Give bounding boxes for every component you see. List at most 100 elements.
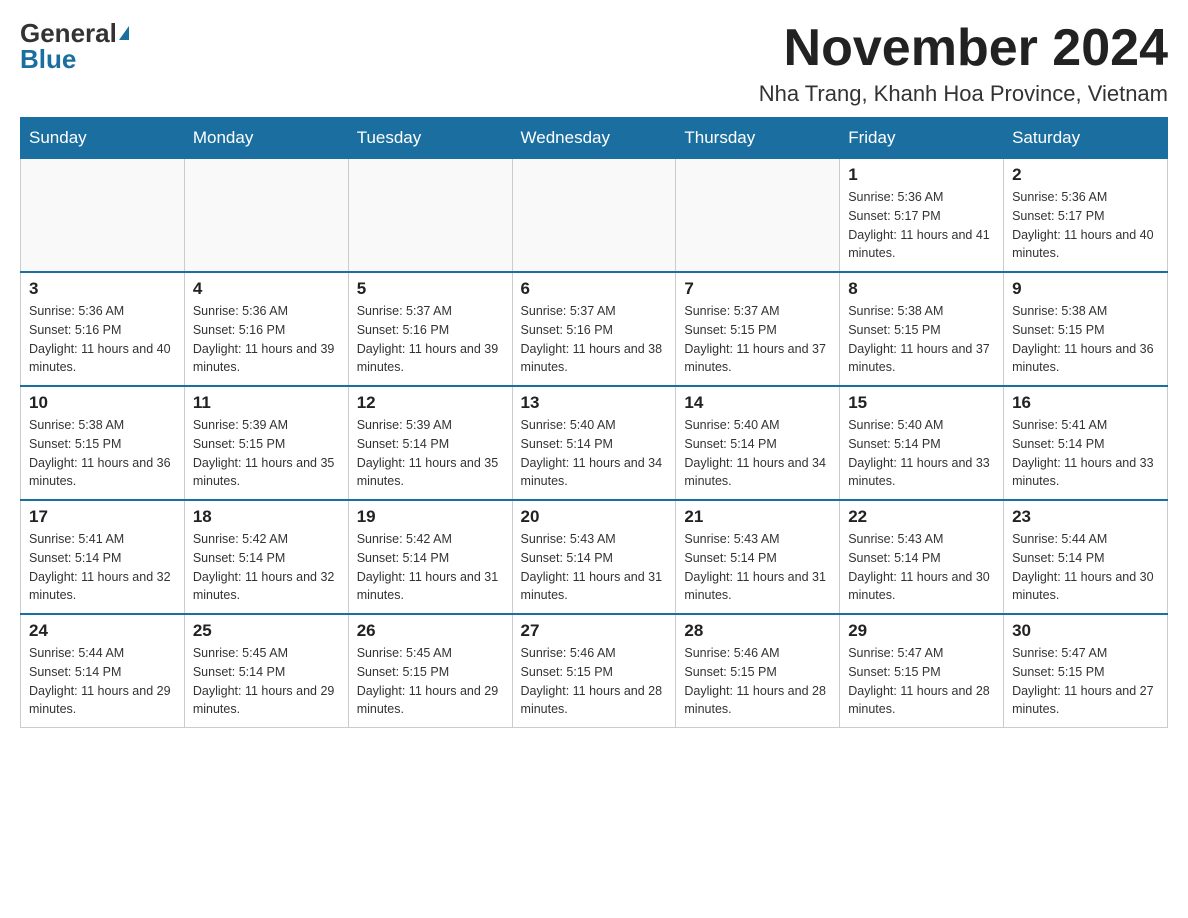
calendar-cell-2-6: 16 Sunrise: 5:41 AMSunset: 5:14 PMDayligh… [1004, 386, 1168, 500]
calendar-cell-3-1: 18Sunrise: 5:42 AMSunset: 5:14 PMDayligh… [184, 500, 348, 614]
calendar-cell-2-5: 15Sunrise: 5:40 AMSunset: 5:14 PMDayligh… [840, 386, 1004, 500]
logo: General Blue [20, 20, 129, 72]
calendar-cell-1-0: 3 Sunrise: 5:36 AMSunset: 5:16 PMDaylight… [21, 272, 185, 386]
day-detail: Sunrise: 5:37 AMSunset: 5:15 PMDaylight:… [684, 302, 831, 377]
day-detail: Sunrise: 5:37 AMSunset: 5:16 PMDaylight:… [357, 302, 504, 377]
day-number: 1 [848, 165, 995, 185]
day-detail: Sunrise: 5:41 AMSunset: 5:14 PMDaylight:… [1012, 416, 1159, 491]
day-number: 8 [848, 279, 995, 299]
day-number: 25 [193, 621, 340, 641]
calendar-cell-4-1: 25 Sunrise: 5:45 AMSunset: 5:14 PMDayligh… [184, 614, 348, 728]
day-number: 12 [357, 393, 504, 413]
day-detail: Sunrise: 5:42 AMSunset: 5:14 PMDaylight:… [357, 530, 504, 605]
week-row-1: 1 Sunrise: 5:36 AMSunset: 5:17 PMDaylight… [21, 159, 1168, 273]
calendar-cell-0-6: 2 Sunrise: 5:36 AMSunset: 5:17 PMDaylight… [1004, 159, 1168, 273]
day-detail: Sunrise: 5:45 AMSunset: 5:15 PMDaylight:… [357, 644, 504, 719]
calendar-cell-1-3: 6 Sunrise: 5:37 AMSunset: 5:16 PMDaylight… [512, 272, 676, 386]
day-detail: Sunrise: 5:46 AMSunset: 5:15 PMDaylight:… [684, 644, 831, 719]
calendar-cell-3-4: 21 Sunrise: 5:43 AMSunset: 5:14 PMDayligh… [676, 500, 840, 614]
calendar-cell-0-1 [184, 159, 348, 273]
day-detail: Sunrise: 5:44 AMSunset: 5:14 PMDaylight:… [1012, 530, 1159, 605]
day-number: 3 [29, 279, 176, 299]
day-detail: Sunrise: 5:36 AMSunset: 5:17 PMDaylight:… [1012, 188, 1159, 263]
day-detail: Sunrise: 5:46 AMSunset: 5:15 PMDaylight:… [521, 644, 668, 719]
calendar-cell-1-4: 7 Sunrise: 5:37 AMSunset: 5:15 PMDaylight… [676, 272, 840, 386]
day-number: 28 [684, 621, 831, 641]
calendar-cell-3-2: 19 Sunrise: 5:42 AMSunset: 5:14 PMDayligh… [348, 500, 512, 614]
calendar-cell-3-6: 23 Sunrise: 5:44 AMSunset: 5:14 PMDayligh… [1004, 500, 1168, 614]
col-monday: Monday [184, 118, 348, 159]
calendar-cell-4-5: 29 Sunrise: 5:47 AMSunset: 5:15 PMDayligh… [840, 614, 1004, 728]
day-number: 16 [1012, 393, 1159, 413]
day-number: 20 [521, 507, 668, 527]
col-friday: Friday [840, 118, 1004, 159]
day-detail: Sunrise: 5:42 AMSunset: 5:14 PMDaylight:… [193, 530, 340, 605]
day-detail: Sunrise: 5:47 AMSunset: 5:15 PMDaylight:… [1012, 644, 1159, 719]
day-detail: Sunrise: 5:41 AMSunset: 5:14 PMDaylight:… [29, 530, 176, 605]
day-number: 23 [1012, 507, 1159, 527]
day-detail: Sunrise: 5:36 AMSunset: 5:16 PMDaylight:… [193, 302, 340, 377]
day-number: 9 [1012, 279, 1159, 299]
day-detail: Sunrise: 5:40 AMSunset: 5:14 PMDaylight:… [848, 416, 995, 491]
day-detail: Sunrise: 5:38 AMSunset: 5:15 PMDaylight:… [29, 416, 176, 491]
col-wednesday: Wednesday [512, 118, 676, 159]
day-detail: Sunrise: 5:45 AMSunset: 5:14 PMDaylight:… [193, 644, 340, 719]
calendar-header-row: Sunday Monday Tuesday Wednesday Thursday… [21, 118, 1168, 159]
day-detail: Sunrise: 5:47 AMSunset: 5:15 PMDaylight:… [848, 644, 995, 719]
calendar-cell-2-0: 10 Sunrise: 5:38 AMSunset: 5:15 PMDayligh… [21, 386, 185, 500]
month-title: November 2024 [759, 20, 1168, 77]
calendar-cell-1-5: 8 Sunrise: 5:38 AMSunset: 5:15 PMDaylight… [840, 272, 1004, 386]
col-saturday: Saturday [1004, 118, 1168, 159]
calendar-table: Sunday Monday Tuesday Wednesday Thursday… [20, 117, 1168, 728]
calendar-cell-0-2 [348, 159, 512, 273]
page-header: General Blue November 2024 Nha Trang, Kh… [20, 20, 1168, 107]
col-sunday: Sunday [21, 118, 185, 159]
week-row-5: 24Sunrise: 5:44 AMSunset: 5:14 PMDayligh… [21, 614, 1168, 728]
logo-triangle-icon [119, 26, 129, 40]
logo-general-text: General [20, 20, 117, 46]
day-detail: Sunrise: 5:44 AMSunset: 5:14 PMDaylight:… [29, 644, 176, 719]
day-number: 22 [848, 507, 995, 527]
calendar-cell-2-1: 11Sunrise: 5:39 AMSunset: 5:15 PMDayligh… [184, 386, 348, 500]
day-detail: Sunrise: 5:37 AMSunset: 5:16 PMDaylight:… [521, 302, 668, 377]
calendar-cell-1-2: 5Sunrise: 5:37 AMSunset: 5:16 PMDaylight… [348, 272, 512, 386]
day-number: 27 [521, 621, 668, 641]
title-block: November 2024 Nha Trang, Khanh Hoa Provi… [759, 20, 1168, 107]
day-detail: Sunrise: 5:38 AMSunset: 5:15 PMDaylight:… [1012, 302, 1159, 377]
day-number: 21 [684, 507, 831, 527]
day-detail: Sunrise: 5:38 AMSunset: 5:15 PMDaylight:… [848, 302, 995, 377]
calendar-cell-4-4: 28 Sunrise: 5:46 AMSunset: 5:15 PMDayligh… [676, 614, 840, 728]
calendar-cell-0-4 [676, 159, 840, 273]
day-detail: Sunrise: 5:36 AMSunset: 5:16 PMDaylight:… [29, 302, 176, 377]
calendar-cell-0-3 [512, 159, 676, 273]
calendar-cell-4-3: 27 Sunrise: 5:46 AMSunset: 5:15 PMDayligh… [512, 614, 676, 728]
day-number: 10 [29, 393, 176, 413]
logo-blue-text: Blue [20, 46, 76, 72]
day-detail: Sunrise: 5:43 AMSunset: 5:14 PMDaylight:… [684, 530, 831, 605]
calendar-cell-3-5: 22Sunrise: 5:43 AMSunset: 5:14 PMDayligh… [840, 500, 1004, 614]
week-row-3: 10 Sunrise: 5:38 AMSunset: 5:15 PMDayligh… [21, 386, 1168, 500]
calendar-cell-4-2: 26Sunrise: 5:45 AMSunset: 5:15 PMDayligh… [348, 614, 512, 728]
day-number: 30 [1012, 621, 1159, 641]
col-thursday: Thursday [676, 118, 840, 159]
calendar-cell-3-0: 17 Sunrise: 5:41 AMSunset: 5:14 PMDayligh… [21, 500, 185, 614]
day-number: 6 [521, 279, 668, 299]
week-row-2: 3 Sunrise: 5:36 AMSunset: 5:16 PMDaylight… [21, 272, 1168, 386]
calendar-cell-1-6: 9 Sunrise: 5:38 AMSunset: 5:15 PMDaylight… [1004, 272, 1168, 386]
day-number: 2 [1012, 165, 1159, 185]
calendar-cell-2-3: 13 Sunrise: 5:40 AMSunset: 5:14 PMDayligh… [512, 386, 676, 500]
calendar-cell-0-5: 1Sunrise: 5:36 AMSunset: 5:17 PMDaylight… [840, 159, 1004, 273]
day-number: 4 [193, 279, 340, 299]
day-number: 29 [848, 621, 995, 641]
day-number: 19 [357, 507, 504, 527]
col-tuesday: Tuesday [348, 118, 512, 159]
day-number: 7 [684, 279, 831, 299]
day-detail: Sunrise: 5:40 AMSunset: 5:14 PMDaylight:… [521, 416, 668, 491]
calendar-cell-2-2: 12 Sunrise: 5:39 AMSunset: 5:14 PMDayligh… [348, 386, 512, 500]
day-number: 17 [29, 507, 176, 527]
day-number: 11 [193, 393, 340, 413]
day-detail: Sunrise: 5:39 AMSunset: 5:14 PMDaylight:… [357, 416, 504, 491]
day-number: 14 [684, 393, 831, 413]
calendar-cell-1-1: 4 Sunrise: 5:36 AMSunset: 5:16 PMDaylight… [184, 272, 348, 386]
day-number: 13 [521, 393, 668, 413]
